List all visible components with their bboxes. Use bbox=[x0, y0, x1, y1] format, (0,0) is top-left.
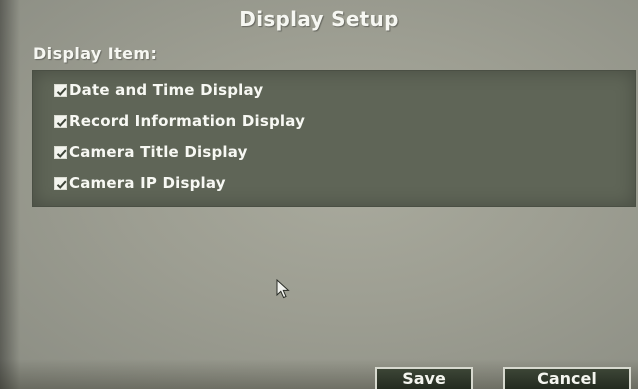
display-item-date-time[interactable]: Date and Time Display bbox=[54, 79, 263, 101]
display-item-camera-title[interactable]: Camera Title Display bbox=[54, 141, 248, 163]
display-item-camera-ip[interactable]: Camera IP Display bbox=[54, 172, 226, 194]
display-item-label: Camera Title Display bbox=[69, 143, 248, 161]
screen-edge-shade bbox=[0, 0, 20, 389]
display-item-label: Date and Time Display bbox=[69, 81, 264, 99]
checkbox-checked-icon[interactable] bbox=[54, 114, 67, 128]
display-setup-screen: Display Setup Display Item: Date and Tim… bbox=[0, 0, 638, 389]
mouse-pointer-icon bbox=[276, 279, 290, 299]
display-item-panel: Date and Time Display Record Information… bbox=[32, 70, 636, 207]
display-item-section-label: Display Item: bbox=[33, 44, 158, 63]
display-item-record-info[interactable]: Record Information Display bbox=[54, 110, 305, 132]
page-title: Display Setup bbox=[239, 7, 399, 31]
display-item-label: Record Information Display bbox=[69, 112, 306, 130]
display-item-label: Camera IP Display bbox=[69, 174, 226, 192]
checkbox-checked-icon[interactable] bbox=[54, 145, 67, 159]
checkbox-checked-icon[interactable] bbox=[54, 83, 67, 97]
save-button[interactable]: Save bbox=[375, 367, 473, 389]
cancel-button[interactable]: Cancel bbox=[503, 367, 631, 389]
checkbox-checked-icon[interactable] bbox=[54, 176, 67, 190]
